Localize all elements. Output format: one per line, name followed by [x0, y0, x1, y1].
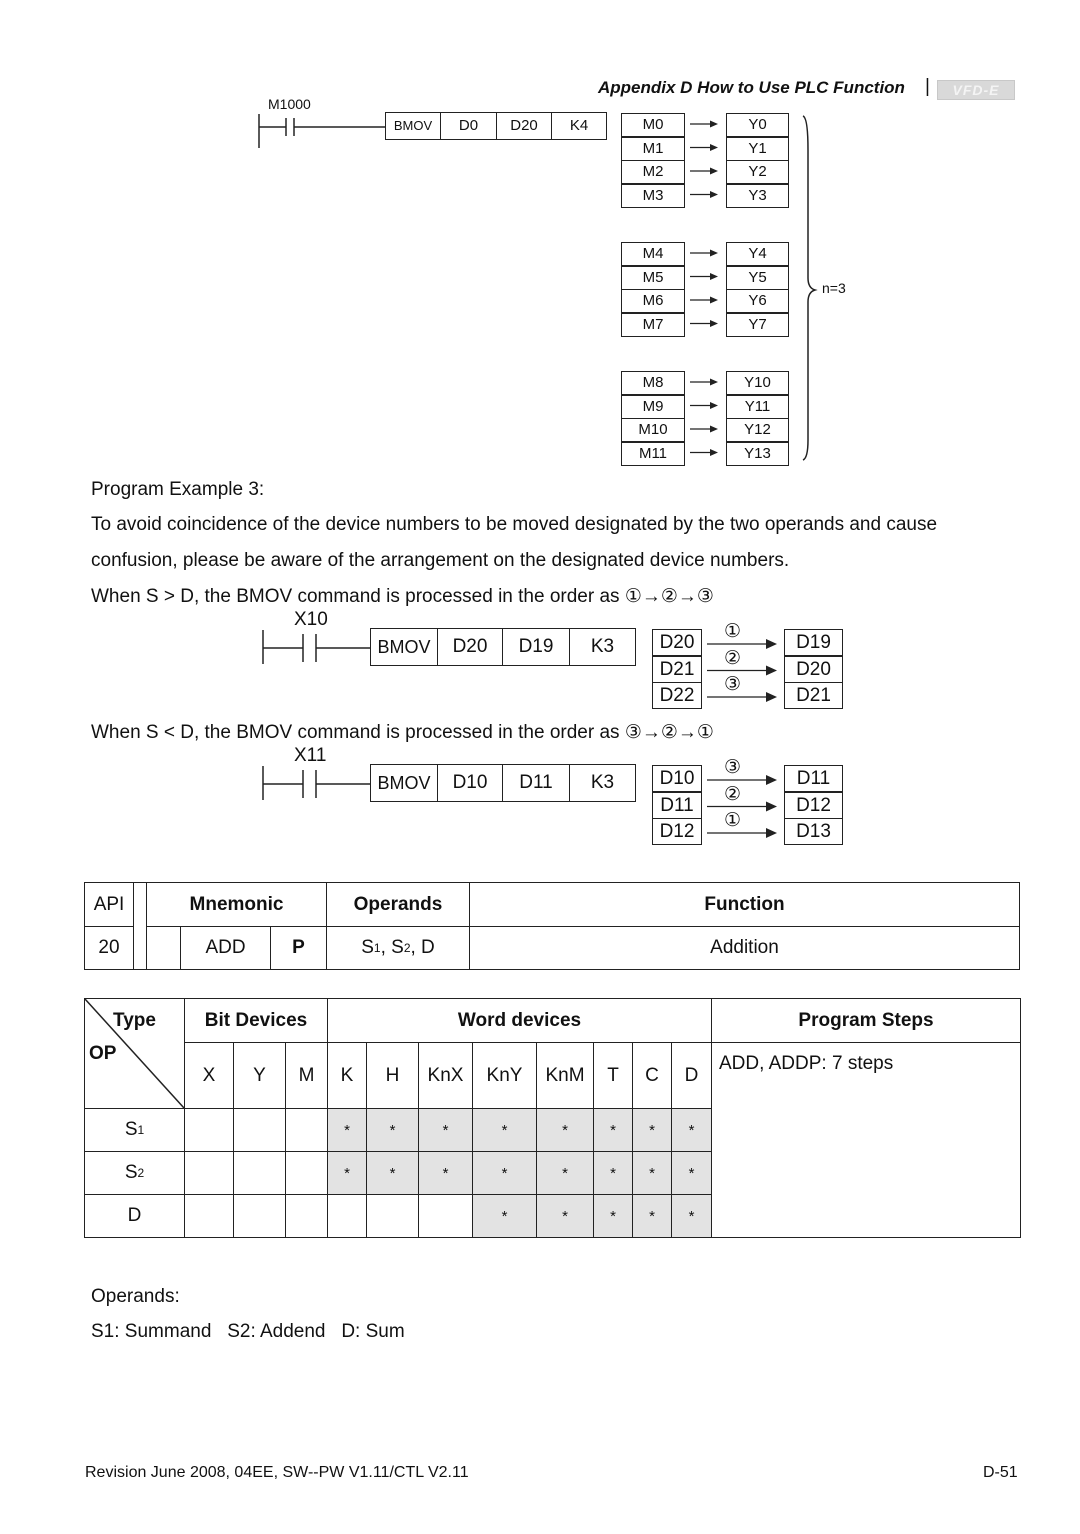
device-support-cell: * — [593, 1108, 633, 1152]
operand-row-label: S2 — [84, 1151, 185, 1195]
device-support-cell — [285, 1194, 328, 1238]
device-support-cell: * — [671, 1151, 712, 1195]
device-column-header: H — [366, 1042, 419, 1109]
operand-row-label: D — [84, 1194, 185, 1238]
device-support-cell — [366, 1194, 419, 1238]
device-support-cell — [327, 1194, 367, 1238]
device-support-cell: * — [472, 1194, 537, 1238]
operand-name: D — [127, 1205, 142, 1226]
device-column-header: M — [285, 1042, 328, 1109]
device-column-header: D — [671, 1042, 712, 1109]
device-support-cell — [184, 1108, 234, 1152]
program-steps-header: Program Steps — [711, 998, 1021, 1043]
device-support-cell: * — [593, 1194, 633, 1238]
device-column-header: Y — [233, 1042, 286, 1109]
device-support-cell: * — [632, 1108, 672, 1152]
footer-page-number: D-51 — [983, 1464, 1018, 1481]
device-column-header: K — [327, 1042, 367, 1109]
device-support-cell: * — [671, 1108, 712, 1152]
operands-note-line: S1: Summand S2: Addend D: Sum — [91, 1321, 405, 1342]
op-label: OP — [89, 1043, 117, 1064]
device-support-cell: * — [671, 1194, 712, 1238]
device-support-cell — [233, 1151, 286, 1195]
subscript: 2 — [137, 1166, 145, 1180]
device-support-cell — [233, 1194, 286, 1238]
device-column-header: X — [184, 1042, 234, 1109]
device-column-header: T — [593, 1042, 633, 1109]
device-column-header: KnY — [472, 1042, 537, 1109]
device-support-cell: * — [472, 1151, 537, 1195]
device-column-header: KnX — [418, 1042, 473, 1109]
operand-row-label: S1 — [84, 1108, 185, 1152]
type-label: Type — [113, 1010, 156, 1031]
device-column-header: C — [632, 1042, 672, 1109]
device-support-cell: * — [632, 1151, 672, 1195]
device-support-cell: * — [418, 1151, 473, 1195]
device-support-cell: * — [536, 1194, 594, 1238]
device-support-cell: * — [418, 1108, 473, 1152]
device-support-cell: * — [327, 1108, 367, 1152]
device-support-cell — [285, 1151, 328, 1195]
device-support-cell: * — [366, 1108, 419, 1152]
device-support-cell: * — [593, 1151, 633, 1195]
device-column-header: KnM — [536, 1042, 594, 1109]
device-support-cell: * — [536, 1151, 594, 1195]
operand-name: S — [124, 1119, 138, 1140]
device-support-cell — [418, 1194, 473, 1238]
device-support-cell: * — [327, 1151, 367, 1195]
device-support-cell — [184, 1194, 234, 1238]
device-support-cell — [285, 1108, 328, 1152]
device-support-cell — [233, 1108, 286, 1152]
device-support-cell: * — [536, 1108, 594, 1152]
operand-name: S — [124, 1162, 138, 1183]
bit-devices-header: Bit Devices — [184, 998, 328, 1043]
subscript: 1 — [137, 1123, 145, 1137]
program-steps-value: ADD, ADDP: 7 steps — [711, 1042, 1021, 1238]
device-support-cell: * — [366, 1151, 419, 1195]
word-devices-header: Word devices — [327, 998, 712, 1043]
device-support-cell: * — [632, 1194, 672, 1238]
device-support-cell: * — [472, 1108, 537, 1152]
footer-revision: Revision June 2008, 04EE, SW--PW V1.11/C… — [85, 1464, 469, 1481]
operands-note-title: Operands: — [91, 1286, 180, 1307]
device-support-cell — [184, 1151, 234, 1195]
